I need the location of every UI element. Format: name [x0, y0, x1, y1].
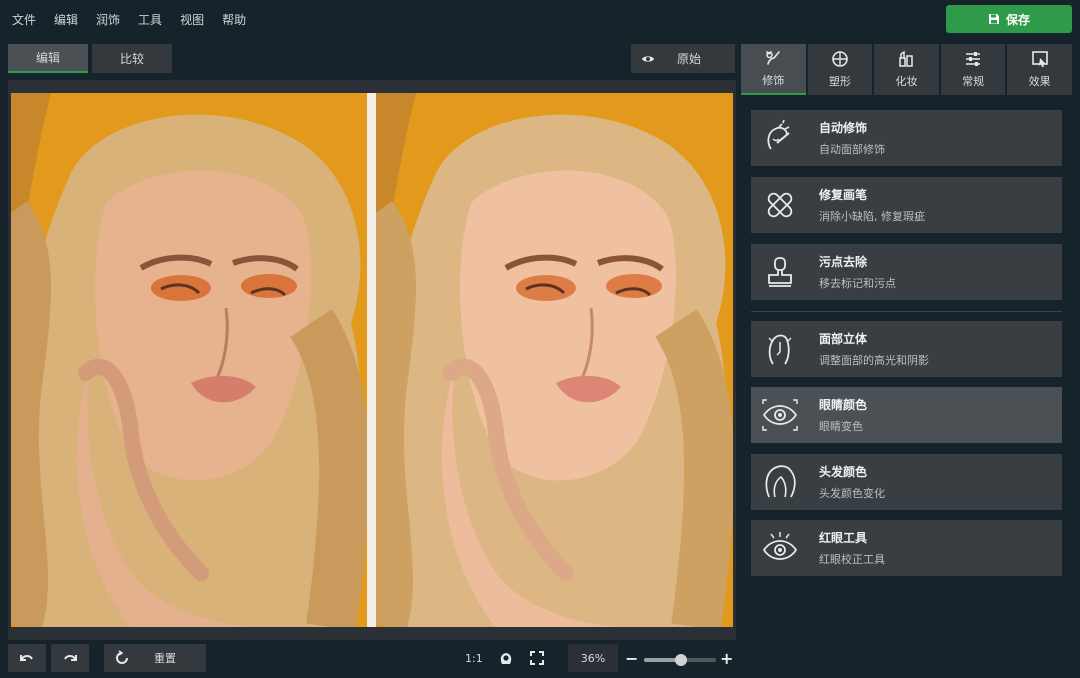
menu-retouch[interactable]: 润饰: [96, 11, 120, 28]
zoom-out-button[interactable]: −: [625, 649, 638, 668]
tab-effects-label: 效果: [1028, 75, 1051, 88]
floppy-disk-icon: [988, 14, 999, 24]
tool-description: 调整面部的高光和阴影: [819, 354, 929, 367]
tool-face-sculpt[interactable]: 面部立体 调整面部的高光和阴影: [751, 321, 1062, 377]
tool-category-tabs: 修饰 塑形 化妆 常规 效果: [741, 44, 1072, 95]
save-label: 保存: [1005, 12, 1030, 27]
after-photo[interactable]: [376, 93, 733, 627]
tool-description: 自动面部修饰: [819, 143, 885, 156]
tab-edit[interactable]: 编辑: [8, 44, 88, 73]
tab-reshape-label: 塑形: [828, 75, 851, 88]
bottom-toolbar: 重置 1:1 36% − +: [0, 640, 740, 678]
compare-divider[interactable]: [367, 93, 376, 627]
zoom-slider-thumb[interactable]: [675, 654, 688, 666]
tool-description: 消除小缺陷, 修复瑕疵: [819, 210, 925, 223]
zoom-in-button[interactable]: +: [720, 649, 733, 668]
tool-description: 移去标记和污点: [819, 277, 896, 290]
hair-color-icon: [765, 465, 796, 498]
tab-reshape[interactable]: 塑形: [807, 44, 873, 95]
menu-edit[interactable]: 编辑: [54, 11, 78, 28]
tool-hair-color[interactable]: 头发颜色 头发颜色变化: [751, 454, 1062, 510]
tool-description: 红眼校正工具: [819, 553, 885, 566]
tool-healing-brush[interactable]: 修复画笔 消除小缺陷, 修复瑕疵: [751, 177, 1062, 233]
stamp-icon: [768, 257, 792, 287]
tab-compare[interactable]: 比较: [92, 44, 172, 73]
effects-icon: [1031, 51, 1048, 67]
tab-general-label: 常规: [962, 75, 985, 88]
tab-general[interactable]: 常规: [940, 44, 1006, 95]
tab-makeup-label: 化妆: [895, 75, 918, 88]
tool-blemish-removal[interactable]: 污点去除 移去标记和污点: [751, 244, 1062, 300]
auto-retouch-face-icon: [767, 119, 790, 150]
tab-retouch-label: 修饰: [762, 74, 785, 87]
tool-title: 修复画笔: [819, 188, 868, 202]
reset-label: 重置: [154, 652, 176, 665]
tab-retouch[interactable]: 修饰: [741, 44, 806, 95]
tab-effects[interactable]: 效果: [1007, 44, 1072, 95]
original-label: 原始: [677, 52, 702, 66]
tool-title: 污点去除: [819, 255, 868, 269]
actual-size-button[interactable]: 1:1: [465, 652, 483, 665]
tool-title: 面部立体: [819, 332, 868, 346]
portrait-image-after: [376, 93, 733, 627]
redo-icon: [64, 655, 77, 661]
bandage-icon: [767, 192, 793, 218]
image-canvas[interactable]: [8, 80, 736, 640]
tool-description: 眼睛变色: [819, 420, 863, 433]
undo-button[interactable]: [8, 644, 46, 672]
fit-screen-icon[interactable]: [529, 650, 545, 666]
tool-title: 头发颜色: [819, 465, 868, 479]
zoom-slider[interactable]: [644, 654, 716, 666]
menu-tools[interactable]: 工具: [138, 11, 162, 28]
zoom-level[interactable]: 36%: [568, 644, 618, 672]
eye-icon: [642, 55, 654, 62]
reset-button[interactable]: 重置: [104, 644, 206, 672]
tools-panel: 自动修饰 自动面部修饰 修复画笔 消除小缺陷, 修复瑕疵 污点去除 移去标记和污…: [741, 100, 1072, 678]
tool-title: 眼睛颜色: [819, 398, 868, 412]
tab-makeup[interactable]: 化妆: [874, 44, 939, 95]
eye-color-icon: [762, 399, 798, 431]
save-button[interactable]: 保存: [946, 5, 1072, 33]
original-button[interactable]: 原始: [631, 44, 735, 73]
before-photo[interactable]: [11, 93, 367, 627]
reset-icon: [116, 650, 128, 664]
reshape-icon: [832, 51, 848, 67]
sliders-icon: [966, 52, 981, 66]
head-outline-icon[interactable]: [498, 650, 514, 666]
face-contour-icon: [768, 334, 792, 365]
retouch-brush-icon: [766, 51, 781, 65]
portrait-image-before: [11, 93, 367, 627]
menu-view[interactable]: 视图: [180, 11, 204, 28]
tool-red-eye[interactable]: 红眼工具 红眼校正工具: [751, 520, 1062, 576]
red-eye-icon: [762, 532, 798, 560]
makeup-icon: [899, 50, 914, 67]
menu-file[interactable]: 文件: [12, 11, 36, 28]
menu-help[interactable]: 帮助: [222, 11, 246, 28]
tool-title: 红眼工具: [819, 531, 868, 545]
tool-eye-color[interactable]: 眼睛颜色 眼睛变色: [751, 387, 1062, 443]
redo-button[interactable]: [51, 644, 89, 672]
tool-description: 头发颜色变化: [819, 487, 885, 500]
panel-divider: [751, 311, 1062, 312]
tool-title: 自动修饰: [819, 121, 868, 135]
view-tabs: 编辑 比较: [8, 44, 172, 73]
undo-icon: [20, 655, 33, 661]
menu-bar: 文件 编辑 润饰 工具 视图 帮助: [0, 0, 1080, 38]
tool-auto-retouch[interactable]: 自动修饰 自动面部修饰: [751, 110, 1062, 166]
